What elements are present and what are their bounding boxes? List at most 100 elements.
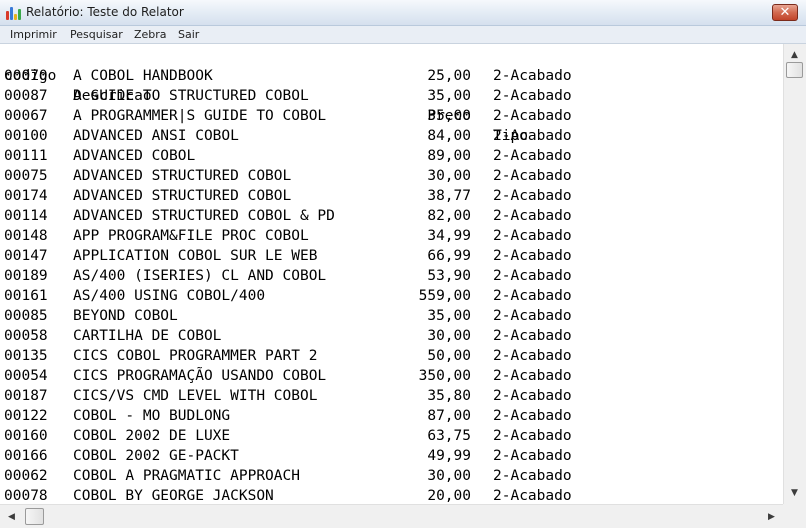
row-tipo: 2-Acabado <box>493 448 572 464</box>
title-bar: Relatório: Teste do Relator ✕ <box>0 0 806 26</box>
close-button[interactable]: ✕ <box>772 4 798 21</box>
row-preco: 35,80 <box>427 388 471 404</box>
row-preco: 35,00 <box>427 108 471 124</box>
row-codigo: 00058 <box>4 328 48 344</box>
row-codigo: 00160 <box>4 428 48 444</box>
row-codigo: 00087 <box>4 88 48 104</box>
row-tipo: 2-Acabado <box>493 368 572 384</box>
row-codigo: 00135 <box>4 348 48 364</box>
row-codigo: 00075 <box>4 168 48 184</box>
menu-item-zebra[interactable]: Zebra <box>134 28 167 41</box>
row-tipo: 2-Acabado <box>493 488 572 504</box>
row-descricao: COBOL BY GEORGE JACKSON <box>73 488 274 504</box>
row-codigo: 00111 <box>4 148 48 164</box>
row-preco: 34,99 <box>427 228 471 244</box>
menu-item-pesquisar[interactable]: Pesquisar <box>70 28 123 41</box>
row-codigo: 00148 <box>4 228 48 244</box>
row-descricao: COBOL A PRAGMATIC APPROACH <box>73 468 300 484</box>
row-tipo: 2-Acabado <box>493 168 572 184</box>
row-tipo: 2-Acabado <box>493 128 572 144</box>
row-tipo: 2-Acabado <box>493 388 572 404</box>
row-tipo: 2-Acabado <box>493 148 572 164</box>
row-preco: 35,00 <box>427 88 471 104</box>
row-preco: 89,00 <box>427 148 471 164</box>
row-descricao: ADVANCED COBOL <box>73 148 196 164</box>
row-codigo: 00122 <box>4 408 48 424</box>
row-descricao: A PROGRAMMER|S GUIDE TO COBOL <box>73 108 327 124</box>
row-codigo: 00189 <box>4 268 48 284</box>
menu-bar: Imprimir Pesquisar Zebra Sair <box>0 26 806 44</box>
row-codigo: 00062 <box>4 468 48 484</box>
row-codigo: 00174 <box>4 188 48 204</box>
triangle-left-icon[interactable]: ◀ <box>8 512 15 522</box>
row-descricao: CICS COBOL PROGRAMMER PART 2 <box>73 348 318 364</box>
bar-chart-icon <box>6 6 22 20</box>
triangle-right-icon[interactable]: ▶ <box>768 512 775 522</box>
vertical-scroll-thumb[interactable] <box>786 62 803 78</box>
horizontal-scrollbar[interactable]: ◀ ▶ <box>0 504 783 528</box>
row-codigo: 00161 <box>4 288 48 304</box>
row-tipo: 2-Acabado <box>493 228 572 244</box>
scrollbar-corner <box>783 504 806 528</box>
row-tipo: 2-Acabado <box>493 328 572 344</box>
row-codigo: 00166 <box>4 448 48 464</box>
row-preco: 20,00 <box>427 488 471 504</box>
row-tipo: 2-Acabado <box>493 348 572 364</box>
row-codigo: 00100 <box>4 128 48 144</box>
row-tipo: 2-Acabado <box>493 308 572 324</box>
row-descricao: APP PROGRAM&FILE PROC COBOL <box>73 228 309 244</box>
menu-item-imprimir[interactable]: Imprimir <box>10 28 57 41</box>
row-tipo: 2-Acabado <box>493 248 572 264</box>
row-preco: 35,00 <box>427 308 471 324</box>
row-descricao: A COBOL HANDBOOK <box>73 68 213 84</box>
row-tipo: 2-Acabado <box>493 188 572 204</box>
row-preco: 53,90 <box>427 268 471 284</box>
row-preco: 63,75 <box>427 428 471 444</box>
row-tipo: 2-Acabado <box>493 288 572 304</box>
row-preco: 50,00 <box>427 348 471 364</box>
row-descricao: ADVANCED STRUCTURED COBOL & PD <box>73 208 335 224</box>
vertical-scrollbar[interactable]: ▲ ▼ <box>783 44 806 504</box>
row-preco: 350,00 <box>418 368 471 384</box>
row-codigo: 00114 <box>4 208 48 224</box>
row-tipo: 2-Acabado <box>493 208 572 224</box>
window-title: Relatório: Teste do Relator <box>26 5 184 19</box>
row-codigo: 00054 <box>4 368 48 384</box>
row-tipo: 2-Acabado <box>493 88 572 104</box>
row-codigo: 00085 <box>4 308 48 324</box>
report-view[interactable]: codigo Descricao Preco Tipo 00070 A COBOL… <box>0 44 783 504</box>
row-descricao: CICS PROGRAMAÇÃO USANDO COBOL <box>73 368 327 384</box>
row-descricao: COBOL - MO BUDLONG <box>73 408 231 424</box>
row-codigo: 00070 <box>4 68 48 84</box>
triangle-down-icon[interactable]: ▼ <box>791 488 798 498</box>
row-preco: 87,00 <box>427 408 471 424</box>
row-descricao: APPLICATION COBOL SUR LE WEB <box>73 248 318 264</box>
row-codigo: 00187 <box>4 388 48 404</box>
report-header-row: codigo Descricao Preco Tipo <box>4 46 528 144</box>
row-tipo: 2-Acabado <box>493 268 572 284</box>
row-descricao: A GUIDE TO STRUCTURED COBOL <box>73 88 309 104</box>
row-preco: 82,00 <box>427 208 471 224</box>
row-descricao: AS/400 (ISERIES) CL AND COBOL <box>73 268 327 284</box>
triangle-up-icon[interactable]: ▲ <box>791 50 798 60</box>
horizontal-scroll-thumb[interactable] <box>25 508 44 525</box>
row-descricao: COBOL 2002 DE LUXE <box>73 428 231 444</box>
row-tipo: 2-Acabado <box>493 428 572 444</box>
row-preco: 49,99 <box>427 448 471 464</box>
row-descricao: CICS/VS CMD LEVEL WITH COBOL <box>73 388 318 404</box>
row-tipo: 2-Acabado <box>493 408 572 424</box>
row-preco: 84,00 <box>427 128 471 144</box>
row-codigo: 00078 <box>4 488 48 504</box>
row-descricao: ADVANCED STRUCTURED COBOL <box>73 168 292 184</box>
menu-item-sair[interactable]: Sair <box>178 28 199 41</box>
row-descricao: COBOL 2002 GE-PACKT <box>73 448 239 464</box>
row-codigo: 00067 <box>4 108 48 124</box>
row-descricao: CARTILHA DE COBOL <box>73 328 222 344</box>
row-codigo: 00147 <box>4 248 48 264</box>
row-tipo: 2-Acabado <box>493 108 572 124</box>
row-preco: 25,00 <box>427 68 471 84</box>
row-preco: 66,99 <box>427 248 471 264</box>
row-preco: 30,00 <box>427 168 471 184</box>
row-descricao: ADVANCED ANSI COBOL <box>73 128 239 144</box>
row-preco: 38,77 <box>427 188 471 204</box>
